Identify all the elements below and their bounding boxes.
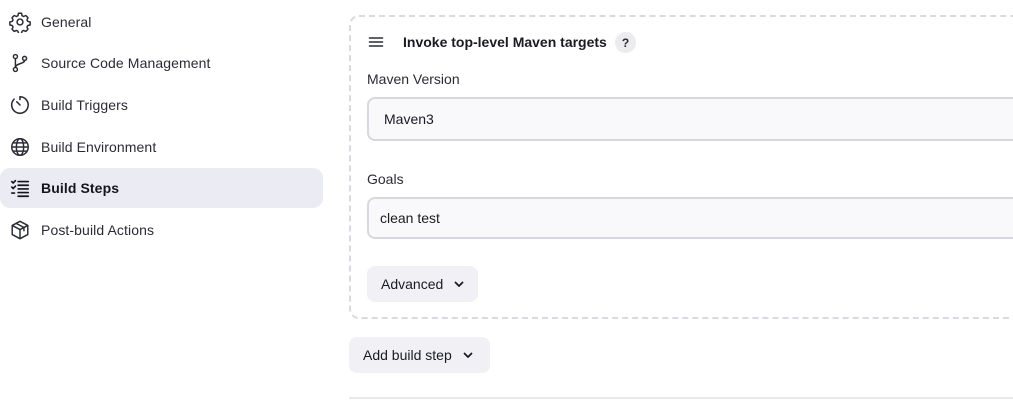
sidebar-item-label: General	[41, 14, 92, 30]
sidebar-item-build-environment[interactable]: Build Environment	[0, 127, 323, 167]
git-branch-icon	[9, 52, 31, 74]
timer-icon	[9, 94, 31, 116]
sidebar: General Source Code Management Build Tri…	[0, 0, 325, 401]
add-build-step-label: Add build step	[363, 347, 452, 363]
sidebar-item-label: Build Environment	[41, 139, 157, 155]
sidebar-item-source-code-management[interactable]: Source Code Management	[0, 43, 323, 83]
goals-value: clean test	[380, 210, 440, 226]
drag-handle-icon[interactable]	[368, 35, 384, 49]
section-divider	[349, 397, 1013, 399]
gear-icon	[9, 11, 31, 33]
add-build-step-button[interactable]: Add build step	[349, 337, 490, 373]
sidebar-item-label: Post-build Actions	[41, 222, 155, 238]
build-step-title: Invoke top-level Maven targets	[403, 34, 607, 50]
maven-version-value: Maven3	[384, 111, 434, 127]
list-icon	[9, 177, 31, 199]
sidebar-item-label: Build Steps	[41, 180, 120, 196]
goals-label: Goals	[367, 171, 404, 187]
help-button[interactable]: ?	[615, 32, 636, 53]
package-icon	[9, 219, 31, 241]
advanced-button-label: Advanced	[381, 276, 444, 292]
sidebar-item-build-triggers[interactable]: Build Triggers	[0, 85, 323, 125]
chevron-down-icon	[462, 349, 474, 361]
sidebar-item-post-build-actions[interactable]: Post-build Actions	[0, 210, 323, 250]
chevron-down-icon	[453, 278, 465, 290]
goals-input[interactable]: clean test	[367, 197, 1013, 239]
advanced-button[interactable]: Advanced	[367, 266, 478, 302]
maven-version-select[interactable]: Maven3	[367, 97, 1013, 141]
sidebar-item-label: Source Code Management	[41, 55, 211, 71]
maven-version-label: Maven Version	[367, 71, 460, 87]
sidebar-item-label: Build Triggers	[41, 97, 128, 113]
sidebar-item-build-steps[interactable]: Build Steps	[0, 168, 323, 208]
sidebar-item-general[interactable]: General	[0, 2, 323, 42]
globe-icon	[9, 136, 31, 158]
